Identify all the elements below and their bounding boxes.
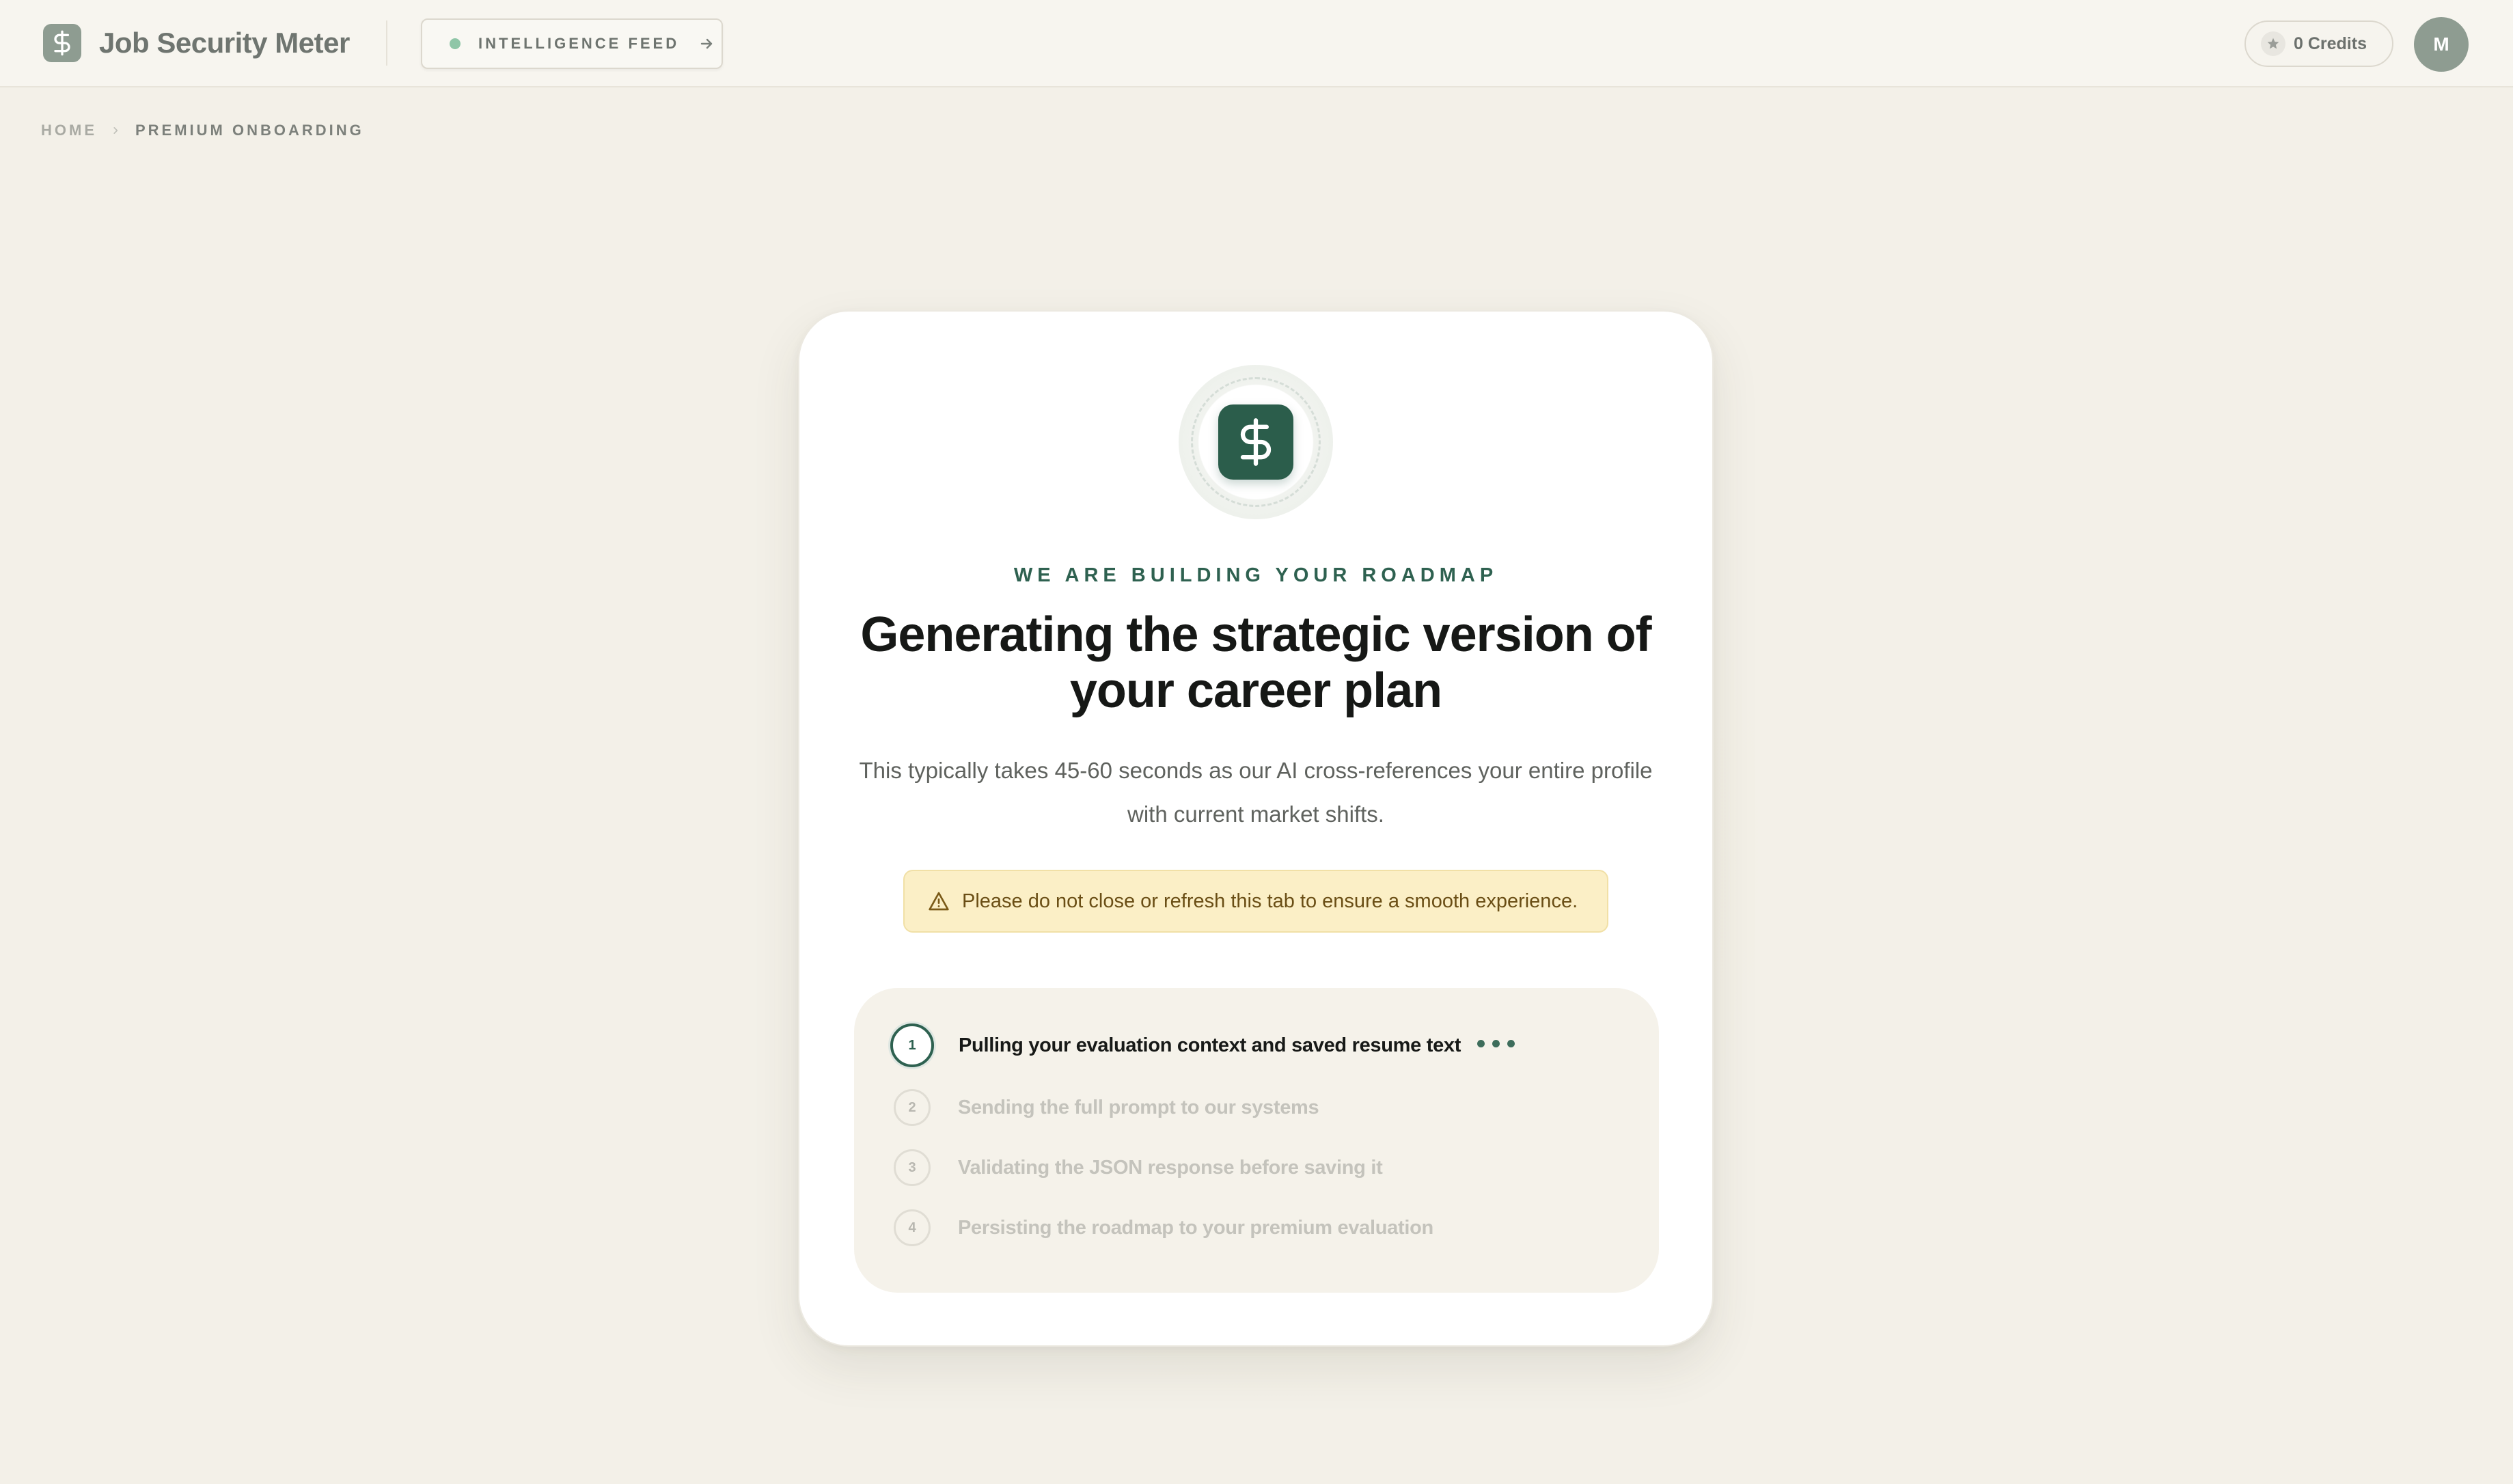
top-header: Job Security Meter INTELLIGENCE FEED 0 C… [0, 0, 2513, 87]
step-label: Validating the JSON response before savi… [958, 1156, 1383, 1179]
warning-triangle-icon [928, 890, 950, 912]
user-avatar[interactable]: M [2414, 17, 2469, 72]
page-subtitle: This typically takes 45-60 seconds as ou… [859, 758, 1653, 827]
arrow-right-icon [698, 36, 715, 52]
page-title: Generating the strategic version of your… [860, 607, 1651, 718]
breadcrumb-current: PREMIUM ONBOARDING [135, 122, 364, 139]
logo-dollar-icon[interactable] [43, 24, 81, 62]
progress-steps: 1 Pulling your evaluation context and sa… [854, 988, 1659, 1293]
chevron-right-icon [111, 126, 120, 135]
step-item-1: 1 Pulling your evaluation context and sa… [890, 1023, 1522, 1067]
step-item-2: 2 Sending the full prompt to our systems [894, 1087, 1319, 1128]
step-number: 4 [894, 1209, 931, 1246]
app-title[interactable]: Job Security Meter [99, 26, 350, 60]
warning-text: Please do not close or refresh this tab … [962, 890, 1578, 912]
roadmap-progress-card: WE ARE BUILDING YOUR ROADMAP Generating … [798, 310, 1714, 1347]
step-number: 3 [894, 1149, 931, 1186]
credits-label: 0 Credits [2294, 33, 2367, 53]
step-label: Sending the full prompt to our systems [958, 1096, 1319, 1118]
step-label: Persisting the roadmap to your premium e… [958, 1216, 1433, 1239]
step-label: Pulling your evaluation context and save… [959, 1034, 1461, 1056]
emblem [1179, 365, 1333, 519]
step-item-4: 4 Persisting the roadmap to your premium… [894, 1207, 1433, 1248]
credits-button[interactable]: 0 Credits [2244, 20, 2393, 67]
breadcrumb-home[interactable]: HOME [41, 122, 97, 139]
intelligence-feed-label: INTELLIGENCE FEED [478, 35, 680, 52]
star-icon [2261, 31, 2285, 56]
step-number: 2 [894, 1089, 931, 1126]
status-dot-icon [450, 38, 461, 49]
step-number: 1 [890, 1023, 934, 1067]
warning-banner: Please do not close or refresh this tab … [903, 870, 1608, 933]
loading-dots-icon [1477, 1039, 1522, 1047]
breadcrumb: HOME PREMIUM ONBOARDING [41, 122, 364, 139]
dollar-sign-icon [1218, 404, 1293, 480]
header-divider [386, 20, 387, 66]
eyebrow-text: WE ARE BUILDING YOUR ROADMAP [1013, 564, 1498, 586]
step-item-3: 3 Validating the JSON response before sa… [894, 1147, 1383, 1188]
intelligence-feed-button[interactable]: INTELLIGENCE FEED [421, 18, 723, 69]
